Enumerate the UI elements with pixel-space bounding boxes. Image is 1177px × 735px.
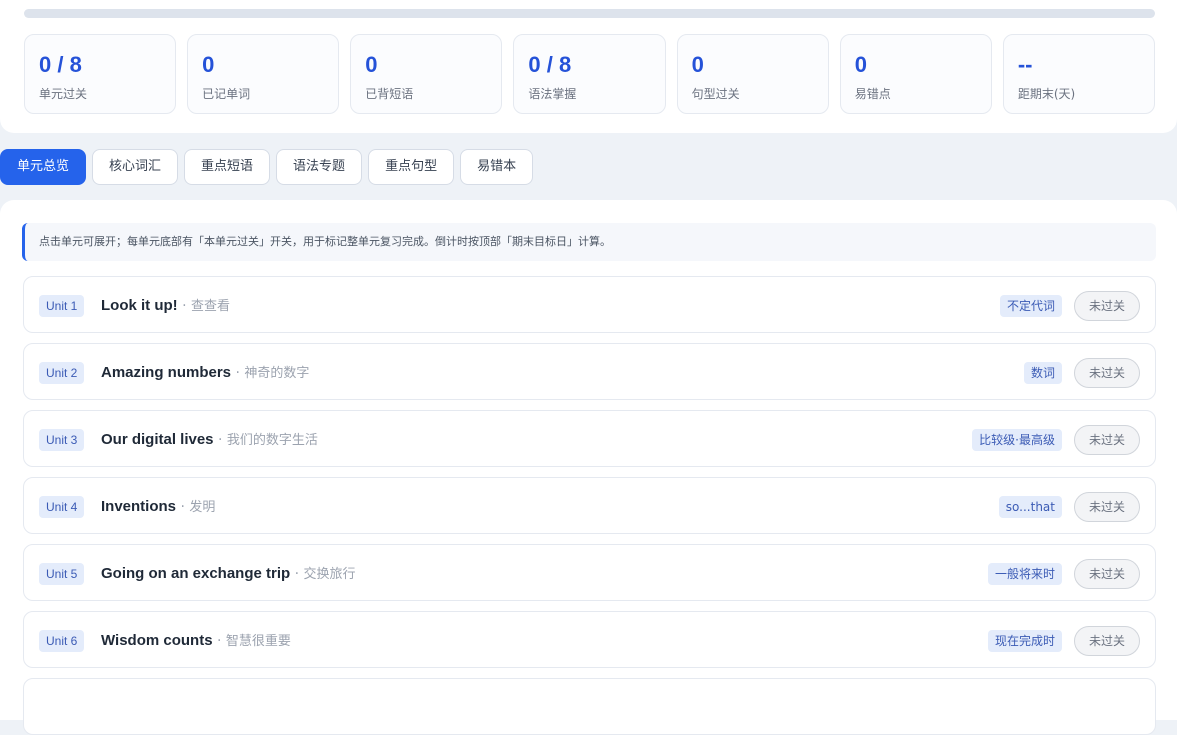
stat-value: 0	[691, 52, 704, 77]
tab-core-vocabulary[interactable]: 核心词汇	[92, 149, 179, 185]
unit-title: Our digital lives · 我们的数字生活	[101, 429, 318, 451]
stat-value: --	[1017, 52, 1033, 77]
unit-title-cn: 交换旅行	[303, 567, 356, 582]
overall-progress-bar	[24, 9, 1155, 18]
title-separator: ·	[290, 566, 304, 582]
unit-pass-toggle[interactable]: 未过关	[1074, 425, 1140, 455]
unit-title-en: Look it up!	[101, 297, 178, 314]
unit-badge: Unit 1	[39, 295, 85, 317]
stat-value: 0	[202, 52, 215, 77]
unit-title: Going on an exchange trip · 交换旅行	[101, 563, 356, 585]
unit-badge: Unit 6	[39, 630, 85, 652]
unit-actions: 现在完成时 未过关	[987, 626, 1140, 656]
unit-actions: 数词 未过关	[1023, 358, 1140, 388]
unit-title-en: Amazing numbers	[101, 364, 232, 381]
unit-row-4[interactable]: Unit 4 Inventions · 发明 so...that 未过关	[23, 477, 1156, 534]
unit-title: Look it up! · 查查看	[101, 295, 230, 317]
title-separator: ·	[176, 499, 190, 515]
unit-title-cn: 发明	[189, 500, 216, 515]
unit-row-1[interactable]: Unit 1 Look it up! · 查查看 不定代词 未过关	[23, 276, 1156, 333]
unit-pass-toggle[interactable]: 未过关	[1074, 559, 1140, 589]
stat-value: 0	[365, 52, 378, 77]
unit-actions: so...that 未过关	[998, 492, 1140, 522]
title-separator: ·	[213, 432, 227, 448]
unit-title: Wisdom counts · 智慧很重要	[101, 630, 291, 652]
unit-actions: 一般将来时 未过关	[987, 559, 1140, 589]
unit-pass-toggle[interactable]: 未过关	[1074, 358, 1140, 388]
unit-row-6[interactable]: Unit 6 Wisdom counts · 智慧很重要 现在完成时 未过关	[23, 611, 1156, 668]
grammar-tag: 比较级·最高级	[972, 429, 1062, 451]
stat-label: 易错点	[854, 87, 891, 101]
stat-label: 句型过关	[691, 87, 740, 101]
title-separator: ·	[212, 633, 226, 649]
unit-title-en: Going on an exchange trip	[101, 565, 291, 582]
unit-badge: Unit 5	[39, 563, 85, 585]
tab-unit-overview[interactable]: 单元总览	[0, 149, 87, 185]
stat-mistakes: 0 易错点	[839, 34, 992, 114]
tab-key-phrases[interactable]: 重点短语	[184, 149, 271, 185]
stat-label: 语法掌握	[528, 87, 577, 101]
tab-bar: 单元总览 核心词汇 重点短语 语法专题 重点句型 易错本	[0, 149, 534, 185]
tab-key-sentences[interactable]: 重点句型	[368, 149, 455, 185]
stat-grammar-mastered: 0 / 8 语法掌握	[513, 34, 666, 114]
stat-label: 距期末(天)	[1017, 87, 1076, 101]
stat-words-memorized: 0 已记单词	[187, 34, 340, 114]
unit-title-en: Our digital lives	[101, 431, 214, 448]
unit-title-cn: 神奇的数字	[244, 366, 310, 381]
stat-value: 0 / 8	[39, 52, 82, 77]
tab-grammar-topics[interactable]: 语法专题	[276, 149, 363, 185]
unit-row-partial[interactable]	[23, 678, 1156, 735]
grammar-tag: 不定代词	[999, 295, 1062, 317]
unit-pass-toggle[interactable]: 未过关	[1074, 626, 1140, 656]
stat-sentences-passed: 0 句型过关	[676, 34, 829, 114]
unit-row-2[interactable]: Unit 2 Amazing numbers · 神奇的数字 数词 未过关	[23, 343, 1156, 400]
unit-title: Inventions · 发明	[101, 496, 215, 518]
unit-pass-toggle[interactable]: 未过关	[1074, 492, 1140, 522]
unit-actions: 不定代词 未过关	[999, 291, 1140, 321]
stats-row: 0 / 8 单元过关 0 已记单词 0 已背短语 0 / 8 语法掌握 0 句型…	[24, 34, 1155, 114]
stat-value: 0 / 8	[528, 52, 572, 77]
unit-title-cn: 智慧很重要	[225, 634, 291, 649]
unit-row-5[interactable]: Unit 5 Going on an exchange trip · 交换旅行 …	[23, 544, 1156, 601]
tab-mistake-book[interactable]: 易错本	[460, 149, 534, 185]
grammar-tag: 一般将来时	[987, 563, 1062, 585]
unit-badge: Unit 4	[39, 496, 85, 518]
unit-badge: Unit 2	[39, 362, 85, 384]
unit-pass-toggle[interactable]: 未过关	[1074, 291, 1140, 321]
unit-title-cn: 查查看	[191, 299, 231, 314]
title-separator: ·	[177, 298, 192, 314]
stat-phrases-memorized: 0 已背短语	[350, 34, 503, 114]
grammar-tag: so...that	[998, 496, 1062, 518]
stat-label: 单元过关	[39, 87, 88, 101]
unit-title-en: Inventions	[101, 498, 177, 515]
stat-value: 0	[854, 52, 867, 77]
unit-overview-panel: 点击单元可展开；每单元底部有「本单元过关」开关，用于标记整单元复习完成。倒计时按…	[0, 200, 1177, 735]
stat-label: 已背短语	[365, 87, 414, 101]
title-separator: ·	[231, 365, 245, 381]
unit-badge: Unit 3	[39, 429, 85, 451]
unit-title-cn: 我们的数字生活	[226, 433, 318, 448]
grammar-tag: 数词	[1023, 362, 1062, 384]
summary-card: 0 / 8 单元过关 0 已记单词 0 已背短语 0 / 8 语法掌握 0 句型…	[0, 0, 1177, 133]
unit-title: Amazing numbers · 神奇的数字	[101, 362, 309, 384]
stat-days-to-final: -- 距期末(天)	[1002, 34, 1155, 114]
unit-row-3[interactable]: Unit 3 Our digital lives · 我们的数字生活 比较级·最…	[23, 410, 1156, 467]
stat-units-passed: 0 / 8 单元过关	[24, 34, 177, 114]
unit-title-en: Wisdom counts	[101, 632, 213, 649]
grammar-tag: 现在完成时	[987, 630, 1062, 652]
unit-actions: 比较级·最高级 未过关	[972, 425, 1140, 455]
hint-banner: 点击单元可展开；每单元底部有「本单元过关」开关，用于标记整单元复习完成。倒计时按…	[22, 223, 1156, 261]
stat-label: 已记单词	[202, 87, 251, 101]
